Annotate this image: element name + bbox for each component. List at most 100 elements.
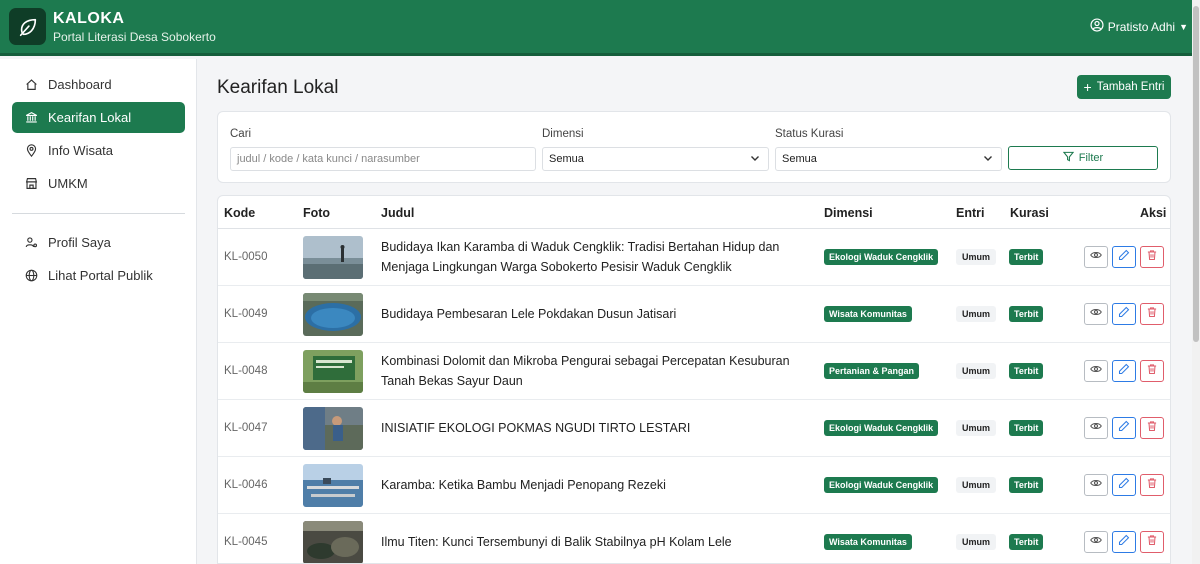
- pencil-icon: [1118, 476, 1130, 494]
- eye-icon: [1090, 305, 1102, 323]
- status-kurasi-select[interactable]: Semua: [775, 147, 1002, 171]
- column-header-entri[interactable]: Entri: [956, 196, 984, 229]
- view-button[interactable]: [1084, 417, 1108, 439]
- row-photo[interactable]: [303, 350, 363, 393]
- trash-icon: [1146, 476, 1158, 494]
- user-name: Pratisto Adhi: [1107, 19, 1176, 34]
- sidebar-item-kearifan-lokal[interactable]: Kearifan Lokal: [12, 102, 185, 133]
- column-header-kode[interactable]: Kode: [224, 196, 255, 229]
- row-title[interactable]: Budidaya Pembesaran Lele Pokdakan Dusun …: [381, 286, 801, 342]
- row-title[interactable]: Karamba: Ketika Bambu Menjadi Penopang R…: [381, 457, 801, 513]
- trash-icon: [1146, 419, 1158, 437]
- entri-badge: Umum: [956, 363, 997, 379]
- search-label: Cari: [230, 128, 252, 140]
- dimensi-value: Semua: [549, 153, 584, 165]
- search-placeholder: judul / kode / kata kunci / narasumber: [237, 153, 420, 165]
- row-code: KL-0045: [224, 536, 268, 548]
- column-header-dimensi[interactable]: Dimensi: [824, 196, 873, 229]
- view-button[interactable]: [1084, 303, 1108, 325]
- eye-icon: [1090, 476, 1102, 494]
- kurasi-badge: Terbit: [1009, 477, 1044, 493]
- eye-icon: [1090, 248, 1102, 266]
- table-row[interactable]: KL-0048 Kombinasi Dolomit dan Mikroba Pe…: [218, 343, 1170, 400]
- row-photo[interactable]: [303, 236, 363, 279]
- row-photo[interactable]: [303, 293, 363, 336]
- table-row[interactable]: KL-0049 Budidaya Pembesaran Lele Pokdaka…: [218, 286, 1170, 343]
- trash-icon: [1146, 305, 1158, 323]
- user-circle-icon: [1090, 18, 1104, 35]
- table-row[interactable]: KL-0045 Ilmu Titen: Kunci Tersembunyi di…: [218, 514, 1170, 563]
- delete-button[interactable]: [1140, 246, 1164, 268]
- sidebar-item-label: UMKM: [48, 176, 88, 191]
- edit-button[interactable]: [1112, 246, 1136, 268]
- kearifan-table: Kode Foto Judul Dimensi Entri Kurasi Aks…: [217, 195, 1171, 564]
- table-row[interactable]: KL-0050 Budidaya Ikan Karamba di Waduk C…: [218, 229, 1170, 286]
- row-title[interactable]: Ilmu Titen: Kunci Tersembunyi di Balik S…: [381, 514, 801, 563]
- entri-badge: Umum: [956, 420, 997, 436]
- view-button[interactable]: [1084, 360, 1108, 382]
- leaf-logo-icon[interactable]: [9, 8, 46, 45]
- filter-button[interactable]: Filter: [1008, 146, 1158, 170]
- delete-button[interactable]: [1140, 303, 1164, 325]
- delete-button[interactable]: [1140, 360, 1164, 382]
- kurasi-badge: Terbit: [1009, 306, 1044, 322]
- funnel-icon: [1062, 151, 1074, 165]
- add-entry-button[interactable]: + Tambah Entri: [1077, 75, 1171, 99]
- pencil-icon: [1118, 248, 1130, 266]
- sidebar-item-label: Profil Saya: [48, 235, 111, 250]
- sidebar-item-umkm[interactable]: UMKM: [12, 168, 185, 199]
- sidebar-item-info-wisata[interactable]: Info Wisata: [12, 135, 185, 166]
- page-scrollbar[interactable]: [1192, 0, 1200, 564]
- dimensi-select[interactable]: Semua: [542, 147, 769, 171]
- edit-button[interactable]: [1112, 360, 1136, 382]
- dimensi-badge: Wisata Komunitas: [824, 306, 912, 322]
- home-icon: [24, 78, 38, 92]
- row-title[interactable]: Budidaya Ikan Karamba di Waduk Cengklik:…: [381, 229, 801, 285]
- row-code: KL-0049: [224, 308, 268, 320]
- sidebar-item-profil-saya[interactable]: Profil Saya: [12, 227, 185, 258]
- delete-button[interactable]: [1140, 474, 1164, 496]
- edit-button[interactable]: [1112, 531, 1136, 553]
- edit-button[interactable]: [1112, 417, 1136, 439]
- dimensi-label: Dimensi: [542, 128, 584, 140]
- page-title: Kearifan Lokal: [217, 77, 339, 98]
- column-header-kurasi[interactable]: Kurasi: [1010, 196, 1049, 229]
- view-button[interactable]: [1084, 246, 1108, 268]
- delete-button[interactable]: [1140, 417, 1164, 439]
- trash-icon: [1146, 248, 1158, 266]
- row-title[interactable]: INISIATIF EKOLOGI POKMAS NGUDI TIRTO LES…: [381, 400, 801, 456]
- edit-button[interactable]: [1112, 303, 1136, 325]
- brand-title[interactable]: KALOKA: [53, 10, 124, 28]
- row-photo[interactable]: [303, 521, 363, 563]
- sidebar-item-lihat-portal-publik[interactable]: Lihat Portal Publik: [12, 260, 185, 291]
- sidebar-divider: [12, 213, 185, 214]
- dimensi-badge: Ekologi Waduk Cengklik: [824, 249, 939, 265]
- view-button[interactable]: [1084, 531, 1108, 553]
- caret-down-icon: ▼: [1179, 21, 1188, 32]
- status-kurasi-value: Semua: [782, 153, 817, 165]
- entri-badge: Umum: [956, 249, 997, 265]
- filter-card: Cari judul / kode / kata kunci / narasum…: [217, 111, 1171, 183]
- pencil-icon: [1118, 305, 1130, 323]
- table-row[interactable]: KL-0046 Karamba: Ketika Bambu Menjadi Pe…: [218, 457, 1170, 514]
- column-header-judul[interactable]: Judul: [381, 196, 414, 229]
- row-photo[interactable]: [303, 464, 363, 507]
- edit-button[interactable]: [1112, 474, 1136, 496]
- view-button[interactable]: [1084, 474, 1108, 496]
- delete-button[interactable]: [1140, 531, 1164, 553]
- dimensi-badge: Wisata Komunitas: [824, 534, 912, 550]
- row-photo[interactable]: [303, 407, 363, 450]
- institution-icon: [24, 111, 38, 125]
- kurasi-badge: Terbit: [1009, 363, 1044, 379]
- row-title[interactable]: Kombinasi Dolomit dan Mikroba Pengurai s…: [381, 343, 801, 399]
- map-pin-icon: [24, 144, 38, 158]
- eye-icon: [1090, 533, 1102, 551]
- table-row[interactable]: KL-0047 INISIATIF EKOLOGI POKMAS NGUDI T…: [218, 400, 1170, 457]
- scrollbar-thumb[interactable]: [1193, 6, 1199, 342]
- search-input[interactable]: judul / kode / kata kunci / narasumber: [230, 147, 536, 171]
- top-navbar: KALOKA Portal Literasi Desa Sobokerto Pr…: [0, 0, 1200, 56]
- entri-badge: Umum: [956, 477, 997, 493]
- pencil-icon: [1118, 533, 1130, 551]
- sidebar-item-dashboard[interactable]: Dashboard: [12, 69, 185, 100]
- user-menu[interactable]: Pratisto Adhi ▼: [1090, 18, 1188, 35]
